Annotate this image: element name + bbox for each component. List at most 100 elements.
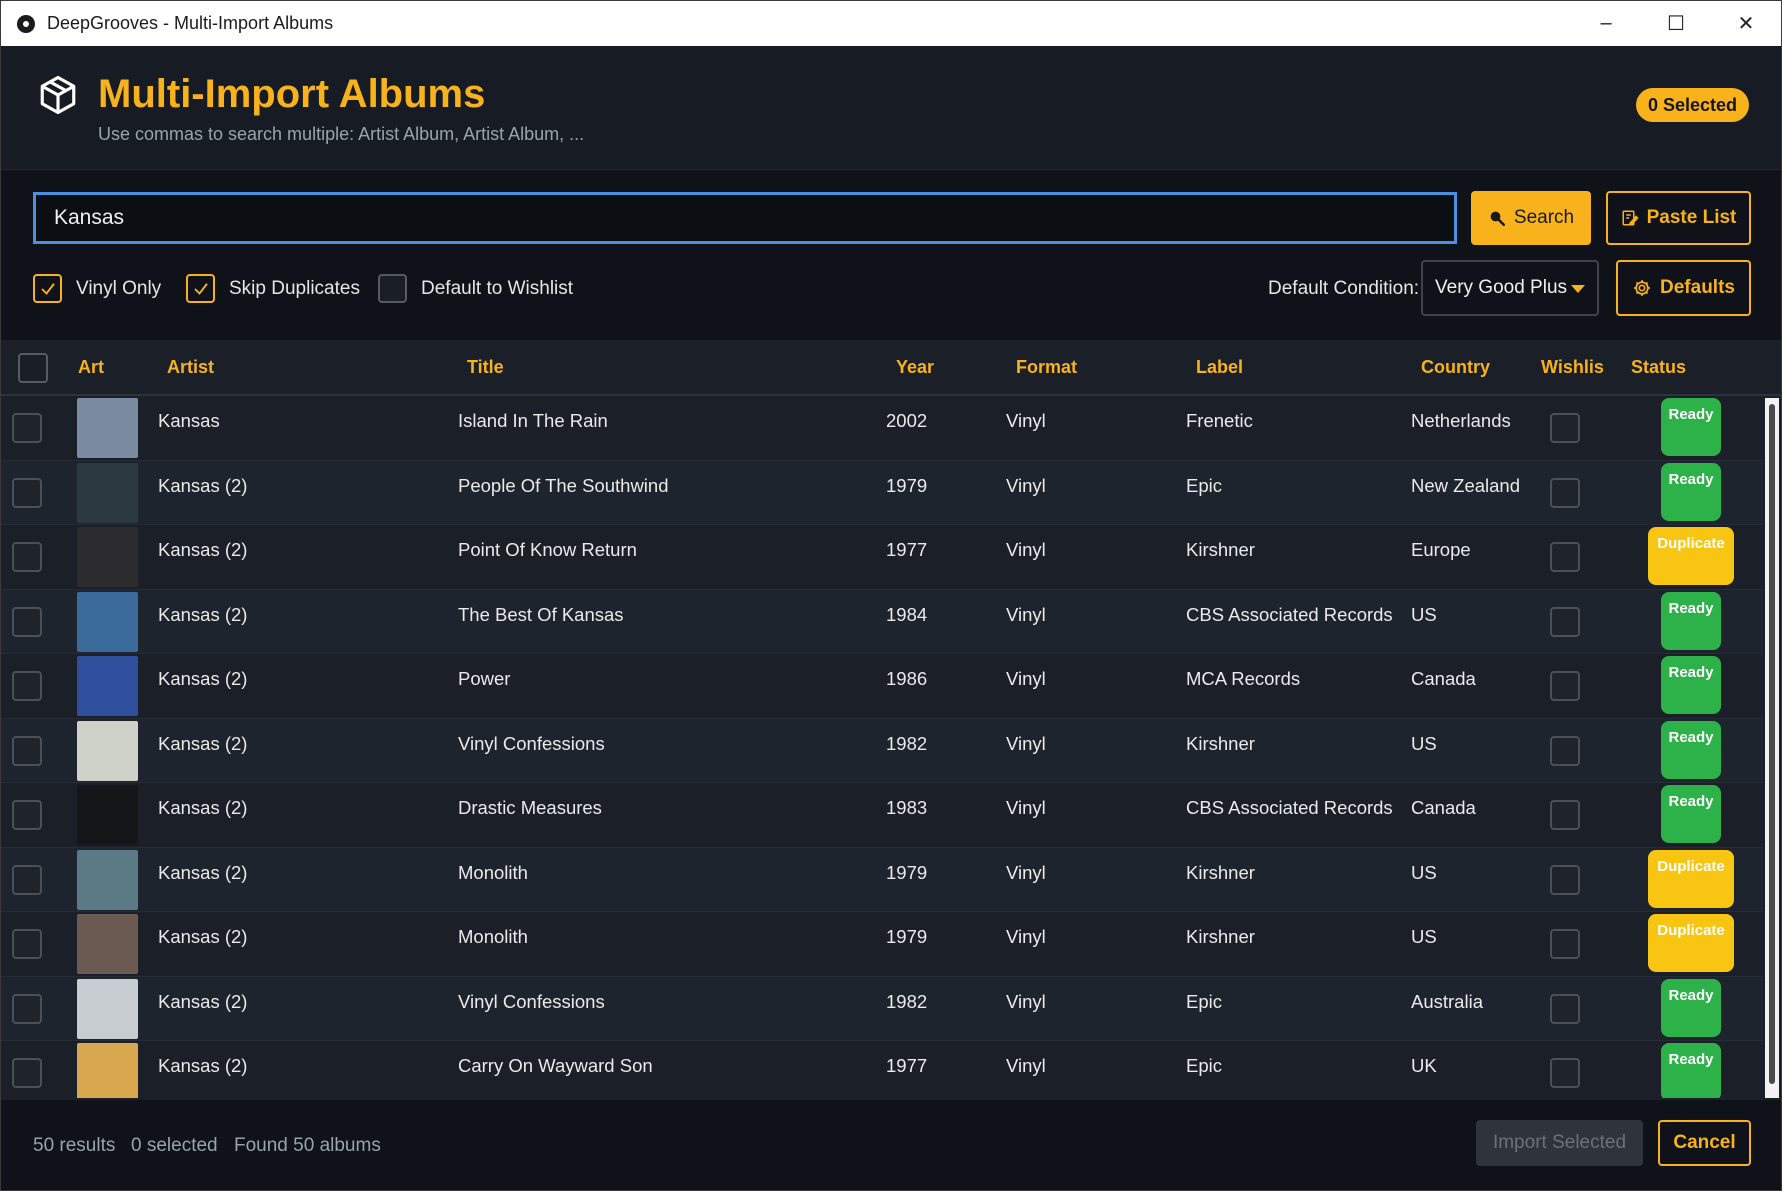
defaults-button[interactable]: Defaults	[1616, 260, 1751, 316]
scrollbar-thumb[interactable]	[1769, 404, 1775, 1084]
row-select-checkbox[interactable]	[12, 671, 42, 701]
results-count: 50 results	[33, 1135, 116, 1156]
row-select-checkbox[interactable]	[12, 542, 42, 572]
column-header-year[interactable]: Year	[896, 357, 934, 378]
cell-artist: Kansas (2)	[158, 990, 248, 1012]
import-selected-button[interactable]: Import Selected	[1476, 1120, 1643, 1166]
status-badge: Duplicate	[1648, 914, 1734, 972]
table-header: Art Artist Title Year Format Label Count…	[1, 340, 1781, 396]
minimize-button[interactable]: –	[1571, 1, 1641, 46]
app-window: DeepGrooves - Multi-Import Albums – ☐ ✕ …	[0, 0, 1782, 1191]
cell-label: Kirshner	[1186, 539, 1255, 560]
table-row[interactable]: Kansas (2) Carry On Wayward Son 1977 Vinyl E…	[1, 1041, 1763, 1098]
checkmark-icon	[40, 282, 55, 295]
column-header-wishlist[interactable]: Wishlist	[1541, 357, 1603, 378]
default-condition-label: Default Condition:	[1268, 278, 1420, 299]
wishlist-checkbox[interactable]	[1550, 606, 1580, 637]
table-row[interactable]: Kansas (2) Drastic Measures 1983 Vinyl CBS A…	[1, 783, 1763, 848]
skip-duplicates-label: Skip Duplicates	[229, 277, 360, 299]
cell-title: The Best Of Kansas	[458, 603, 624, 625]
search-input[interactable]	[33, 192, 1457, 244]
wishlist-checkbox[interactable]	[1550, 735, 1580, 766]
cell-country: Netherlands	[1411, 410, 1511, 431]
select-all-checkbox[interactable]	[18, 353, 48, 383]
cell-artist: Kansas (2)	[158, 926, 248, 947]
vinyl-only-label: Vinyl Only	[76, 277, 162, 299]
paste-list-label: Paste List	[1646, 207, 1737, 228]
row-select-checkbox[interactable]	[12, 735, 42, 766]
table-row[interactable]: Kansas (2) The Best Of Kansas 1984 Vinyl CBS…	[1, 589, 1763, 654]
vinyl-only-option[interactable]: Vinyl Only	[33, 274, 161, 303]
album-art-thumbnail	[77, 720, 138, 781]
column-header-label[interactable]: Label	[1196, 357, 1243, 378]
cell-country: Canada	[1411, 668, 1476, 689]
search-row: Search Paste List	[33, 190, 1751, 246]
cell-format: Vinyl	[1006, 474, 1046, 496]
wishlist-checkbox[interactable]	[1550, 1058, 1580, 1088]
default-wishlist-checkbox[interactable]	[378, 274, 407, 303]
cell-title: Drastic Measures	[458, 797, 602, 818]
row-select-checkbox[interactable]	[12, 477, 42, 508]
cell-label: Epic	[1186, 1055, 1222, 1076]
defaults-label: Defaults	[1660, 277, 1735, 298]
skip-duplicates-checkbox[interactable]	[186, 274, 215, 303]
cell-country: Australia	[1411, 990, 1483, 1012]
row-select-checkbox[interactable]	[12, 800, 42, 830]
table-row[interactable]: Kansas Island In The Rain 2002 Vinyl Freneti…	[1, 396, 1763, 461]
wishlist-checkbox[interactable]	[1550, 542, 1580, 572]
wishlist-checkbox[interactable]	[1550, 477, 1580, 508]
row-select-checkbox[interactable]	[12, 993, 42, 1024]
album-art-thumbnail	[77, 849, 138, 910]
paste-list-button[interactable]: Paste List	[1606, 191, 1751, 245]
row-select-checkbox[interactable]	[12, 929, 42, 959]
wishlist-checkbox[interactable]	[1550, 413, 1580, 443]
wishlist-checkbox[interactable]	[1550, 864, 1580, 895]
dialog-footer: 50 results 0 selected Found 50 albums Im…	[1, 1100, 1781, 1190]
row-select-checkbox[interactable]	[12, 864, 42, 895]
default-wishlist-option[interactable]: Default to Wishlist	[378, 274, 573, 303]
selected-count: 0 selected	[131, 1135, 218, 1156]
default-condition-select[interactable]: Very Good Plus	[1421, 260, 1599, 316]
title-bar: DeepGrooves - Multi-Import Albums – ☐ ✕	[1, 1, 1781, 46]
cancel-button[interactable]: Cancel	[1658, 1120, 1751, 1166]
close-button[interactable]: ✕	[1711, 1, 1781, 46]
column-header-status[interactable]: Status	[1631, 357, 1686, 378]
window-title: DeepGrooves - Multi-Import Albums	[47, 13, 334, 33]
wishlist-checkbox[interactable]	[1550, 929, 1580, 959]
cell-format: Vinyl	[1006, 732, 1046, 754]
edit-note-icon	[1622, 210, 1639, 226]
cell-country: UK	[1411, 1055, 1437, 1076]
maximize-button[interactable]: ☐	[1641, 1, 1711, 46]
wishlist-checkbox[interactable]	[1550, 800, 1580, 830]
row-select-checkbox[interactable]	[12, 606, 42, 637]
table-row[interactable]: Kansas (2) People Of The Southwind 1979 Vin…	[1, 460, 1763, 525]
album-art-thumbnail	[77, 1043, 138, 1098]
table-row[interactable]: Kansas (2) Vinyl Confessions 1982 Vinyl Epic…	[1, 976, 1763, 1041]
cell-artist: Kansas (2)	[158, 539, 248, 560]
app-record-icon	[17, 14, 35, 33]
cell-artist: Kansas (2)	[158, 797, 248, 818]
column-header-artist[interactable]: Artist	[167, 357, 214, 378]
cell-label: Kirshner	[1186, 861, 1255, 883]
vinyl-only-checkbox[interactable]	[33, 274, 62, 303]
column-header-format[interactable]: Format	[1016, 357, 1077, 378]
status-badge: Ready	[1661, 720, 1721, 779]
wishlist-checkbox[interactable]	[1550, 993, 1580, 1024]
cell-label: CBS Associated Records	[1186, 603, 1393, 625]
table-row[interactable]: Kansas (2) Vinyl Confessions 1982 Vinyl Kirs…	[1, 718, 1763, 783]
cell-country: US	[1411, 603, 1437, 625]
column-header-title[interactable]: Title	[467, 357, 504, 378]
skip-duplicates-option[interactable]: Skip Duplicates	[186, 274, 360, 303]
wishlist-checkbox[interactable]	[1550, 671, 1580, 701]
search-button[interactable]: Search	[1471, 191, 1591, 245]
table-row[interactable]: Kansas (2) Monolith 1979 Vinyl Kirshner US Dup…	[1, 847, 1763, 912]
cell-year: 1982	[886, 990, 928, 1012]
row-select-checkbox[interactable]	[12, 1058, 42, 1088]
table-row[interactable]: Kansas (2) Point Of Know Return 1977 Vinyl K…	[1, 525, 1763, 590]
column-header-art[interactable]: Art	[78, 357, 104, 378]
table-row[interactable]: Kansas (2) Monolith 1979 Vinyl Kirshner US Dup…	[1, 912, 1763, 977]
vertical-scrollbar[interactable]	[1765, 398, 1779, 1098]
column-header-country[interactable]: Country	[1421, 357, 1490, 378]
row-select-checkbox[interactable]	[12, 413, 42, 443]
table-row[interactable]: Kansas (2) Power 1986 Vinyl MCA Records Canad…	[1, 654, 1763, 719]
